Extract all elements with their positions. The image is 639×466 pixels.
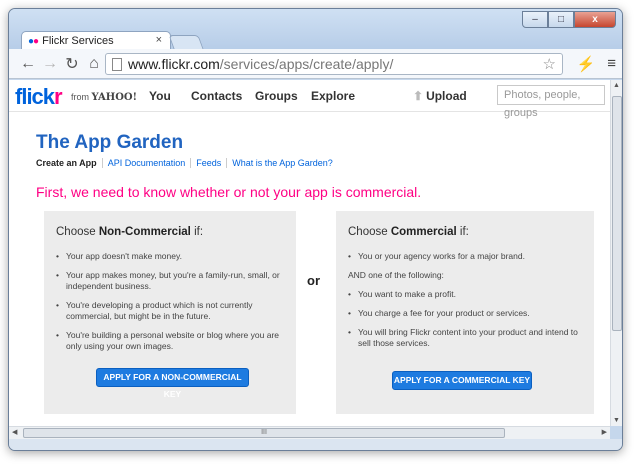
commercial-question: First, we need to know whether or not yo… (36, 184, 422, 200)
upload-label: Upload (426, 89, 467, 103)
page-viewport: flickr from YAHOO! You Contacts Groups E… (9, 80, 610, 426)
search-input[interactable]: Photos, people, groups (497, 85, 605, 119)
subnav-create-app: Create an App (36, 158, 97, 168)
heading-bold: Non-Commercial (98, 226, 191, 238)
subnav-feeds[interactable]: Feeds (196, 158, 221, 168)
commercial-heading: Choose Commercial if: (348, 226, 469, 238)
subnav-what-is[interactable]: What is the App Garden? (232, 158, 333, 168)
browser-window: ●● Flickr Services × – □ x ← → ↻ ⌂ www.f… (8, 8, 623, 451)
nav-explore[interactable]: Explore (311, 89, 355, 103)
upload-link[interactable]: ⬆ Upload (413, 89, 467, 103)
heading-suffix: if: (456, 226, 469, 238)
horizontal-scrollbar[interactable]: ◀ III ▶ (9, 426, 610, 439)
list-item: You're developing a product which is not… (56, 300, 288, 322)
close-window-button[interactable]: x (574, 11, 616, 28)
scroll-right-icon[interactable]: ▶ (602, 428, 607, 436)
list-item: Your app makes money, but you're a famil… (56, 270, 288, 292)
yahoo-logo: YAHOO! (91, 92, 138, 103)
browser-toolbar: ← → ↻ ⌂ www.flickr.com/services/apps/cre… (9, 49, 622, 79)
list-item: You will bring Flickr content into your … (348, 327, 580, 349)
heading-bold: Commercial (390, 226, 457, 238)
tab-close-icon[interactable]: × (156, 34, 162, 46)
horizontal-scroll-thumb[interactable]: III (23, 428, 505, 438)
from-label: from (71, 92, 89, 102)
url-host: www.flickr.com (128, 56, 220, 72)
page-icon (112, 57, 122, 71)
upload-arrow-icon: ⬆ (413, 89, 424, 103)
vertical-scrollbar[interactable]: ▲ ▼ (610, 80, 622, 426)
subnav-divider (101, 158, 103, 168)
subnav-divider (226, 158, 228, 168)
new-tab-button[interactable] (168, 35, 204, 49)
reload-icon[interactable]: ↻ (61, 54, 83, 74)
tab-strip: ●● Flickr Services × – □ x (9, 9, 622, 50)
browser-tab[interactable]: ●● Flickr Services × (21, 31, 171, 50)
scroll-up-icon[interactable]: ▲ (613, 82, 620, 89)
nav-groups[interactable]: Groups (255, 89, 298, 103)
address-bar[interactable]: www.flickr.com/services/apps/create/appl… (105, 53, 563, 75)
list-item: You charge a fee for your product or ser… (348, 308, 580, 319)
bookmark-star-icon[interactable]: ☆ (543, 55, 556, 73)
vertical-scroll-thumb[interactable] (612, 96, 622, 331)
heading-suffix: if: (190, 226, 204, 238)
forward-icon[interactable]: → (39, 55, 61, 73)
flickr-header: flickr from YAHOO! You Contacts Groups E… (9, 80, 610, 119)
minimize-button[interactable]: – (522, 11, 548, 28)
page-title: The App Garden (36, 132, 184, 153)
list-item: You want to make a profit. (348, 289, 580, 300)
or-label: or (307, 273, 320, 288)
window-controls: – □ x (522, 11, 616, 28)
flickr-favicon-icon: ●● (28, 35, 39, 47)
non-commercial-list: Your app doesn't make money. Your app ma… (56, 251, 288, 360)
toolbar-right: ⚡ ≡ (577, 55, 616, 73)
nav-contacts[interactable]: Contacts (191, 89, 242, 103)
scroll-down-icon[interactable]: ▼ (613, 417, 620, 424)
non-commercial-panel: Choose Non-Commercial if: Your app doesn… (44, 211, 296, 414)
url-path: /services/apps/create/apply/ (219, 56, 394, 72)
non-commercial-heading: Choose Non-Commercial if: (56, 226, 203, 238)
and-line: AND one of the following: (348, 270, 444, 280)
tab-title: Flickr Services (42, 35, 114, 47)
subnav-divider (190, 158, 192, 168)
subnav-api-docs[interactable]: API Documentation (108, 158, 186, 168)
home-icon[interactable]: ⌂ (83, 55, 105, 73)
heading-prefix: Choose (348, 226, 391, 238)
list-item: You're building a personal website or bl… (56, 330, 288, 352)
flickr-logo[interactable]: flickr (15, 84, 63, 110)
list-item: You or your agency works for a major bra… (348, 251, 580, 262)
commercial-list: You or your agency works for a major bra… (348, 251, 580, 357)
apply-commercial-button[interactable]: APPLY FOR A COMMERCIAL KEY (392, 371, 532, 390)
menu-icon[interactable]: ≡ (607, 55, 616, 73)
subnav: Create an App API Documentation Feeds Wh… (36, 158, 333, 168)
window-bottom-frame (9, 439, 622, 450)
logo-r: r (54, 84, 63, 109)
scroll-left-icon[interactable]: ◀ (12, 428, 17, 436)
apply-non-commercial-button[interactable]: APPLY FOR A NON-COMMERCIAL KEY (96, 368, 249, 399)
list-item: Your app doesn't make money. (56, 251, 288, 262)
back-icon[interactable]: ← (17, 55, 39, 73)
from-yahoo: from YAHOO! (71, 92, 137, 103)
logo-flick: flick (15, 84, 55, 109)
nav-you[interactable]: You (149, 89, 171, 103)
maximize-button[interactable]: □ (548, 11, 574, 28)
extension-icon[interactable]: ⚡ (577, 55, 596, 73)
heading-prefix: Choose (56, 226, 99, 238)
commercial-panel: Choose Commercial if: You or your agency… (336, 211, 594, 414)
